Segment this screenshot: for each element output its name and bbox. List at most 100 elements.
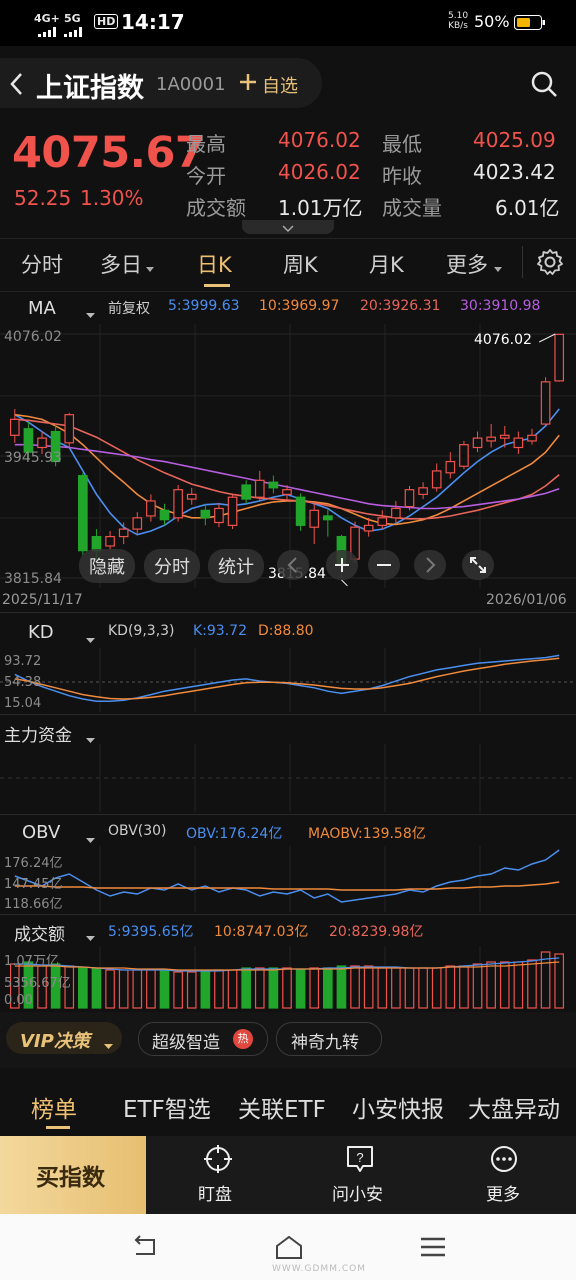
low-value: 4025.09 (473, 128, 556, 152)
turnover-bar (486, 961, 496, 1009)
zoom-out-icon[interactable] (368, 550, 400, 580)
ma-indicator-select[interactable]: MA (28, 298, 56, 319)
candle (431, 470, 442, 489)
main-funds-select[interactable]: 主力资金 (4, 721, 72, 746)
system-nav-bar: WWW.GDMM.COM (0, 1214, 576, 1280)
obv-indicator-select[interactable]: OBV (22, 822, 60, 843)
ma-line-ma10 (14, 413, 560, 526)
tab-monthly-k[interactable]: 月K (369, 249, 404, 279)
candle (377, 517, 388, 526)
candle (513, 437, 524, 449)
tab-divider (522, 246, 523, 278)
high-value: 4076.02 (278, 128, 361, 152)
watch-button[interactable]: 盯盘 (146, 1136, 290, 1214)
y-axis-bottom: 3815.84 (4, 571, 62, 587)
obv-value: OBV:176.24亿 (186, 826, 283, 842)
hot-badge: 热 (233, 1029, 253, 1049)
max-marker-line (538, 333, 556, 343)
home-nav-icon[interactable] (274, 1234, 304, 1264)
turnover-indicator-select[interactable]: 成交额 (14, 920, 65, 945)
watch-label: 盯盘 (198, 1185, 232, 1205)
price-change-pct: 1.30% (80, 186, 144, 210)
super-strategy-button[interactable]: 超级智造 热 (138, 1022, 268, 1056)
candle (200, 509, 211, 519)
ask-xiaoan-label: 问小安 (332, 1185, 383, 1205)
turnover-bar (186, 971, 197, 1009)
vip-decision-label: VIP决策 (20, 1031, 90, 1052)
more-label: 更多 (486, 1185, 520, 1205)
scroll-right-icon[interactable] (414, 550, 446, 580)
tab-related-etf[interactable]: 关联ETF (238, 1090, 326, 1124)
tab-more[interactable]: 更多 (446, 249, 488, 279)
recents-nav-icon[interactable] (418, 1234, 448, 1264)
high-label: 最高 (186, 132, 226, 156)
tab-market-movers[interactable]: 大盘异动 (468, 1090, 560, 1124)
chevron-down-icon (280, 220, 296, 239)
candle (214, 507, 224, 524)
candle (404, 489, 415, 508)
net-speed: 5.10 KB/s (448, 11, 469, 31)
signal-bars-2-icon (64, 22, 86, 41)
tab-weekly-k[interactable]: 周K (283, 249, 318, 279)
scroll-left-icon[interactable] (277, 550, 309, 580)
tab-xiaoan-news[interactable]: 小安快报 (352, 1090, 444, 1124)
turnover-bar (254, 967, 265, 1009)
buy-index-button[interactable]: 买指数 (0, 1136, 146, 1214)
page-title: 上证指数 (36, 73, 144, 104)
obv-y-top: 176.24亿 (4, 856, 63, 871)
date-end: 2026/01/06 (486, 592, 567, 608)
magic-nine-label: 神奇九转 (291, 1033, 359, 1053)
tab-etf-select[interactable]: ETF智选 (123, 1090, 211, 1124)
turnover-bar (499, 961, 510, 1009)
back-nav-icon[interactable] (130, 1234, 160, 1264)
turnover-bar (91, 967, 102, 1009)
stats-button[interactable]: 统计 (208, 549, 264, 583)
tab-daily-k[interactable]: 日K (197, 249, 232, 279)
magic-nine-button[interactable]: 神奇九转 (276, 1022, 382, 1056)
volume-value: 6.01亿 (495, 196, 560, 220)
turnover-bar (200, 971, 211, 1009)
more-button[interactable]: 更多 (433, 1136, 576, 1214)
turnover-label: 成交额 (186, 196, 246, 220)
kd-y-mid: 54.38 (4, 675, 42, 690)
zoom-in-icon[interactable] (326, 550, 358, 580)
candle (23, 428, 34, 453)
back-icon[interactable] (8, 70, 24, 102)
intraday-button[interactable]: 分时 (144, 549, 200, 583)
candle (445, 460, 456, 474)
vip-decision-button[interactable]: VIP决策 (6, 1022, 122, 1054)
candle (309, 509, 320, 528)
fullscreen-icon[interactable] (462, 550, 494, 580)
tab-rankings[interactable]: 榜单 (31, 1090, 77, 1124)
turnover-ma5: 5:9395.65亿 (108, 924, 194, 940)
turnover-bar (309, 967, 320, 1009)
expand-quote-button[interactable] (242, 220, 334, 234)
tab-intraday[interactable]: 分时 (21, 249, 63, 279)
turnover-bar (241, 967, 251, 1009)
ask-xiaoan-button[interactable]: ? 问小安 (290, 1136, 433, 1214)
settings-gear-icon[interactable] (536, 248, 564, 280)
turnover-bar (404, 967, 415, 1009)
volume-label: 成交量 (382, 196, 442, 220)
obv-line (14, 849, 560, 903)
turnover-bar (282, 967, 292, 1009)
candle (146, 500, 156, 517)
tab-multiday[interactable]: 多日 (100, 249, 142, 279)
turnover-ma10: 10:8747.03亿 (214, 924, 309, 940)
kd-indicator-select[interactable]: KD (28, 622, 54, 643)
kd-caret-icon (86, 629, 95, 648)
candle (78, 475, 88, 552)
main-funds-chart (0, 744, 576, 812)
turnover-value: 1.01万亿 (278, 196, 363, 220)
hide-button[interactable]: 隐藏 (79, 549, 135, 583)
turnover-bar (377, 967, 388, 1009)
signal-bars-icon (38, 22, 60, 41)
search-icon[interactable] (530, 70, 558, 102)
turnover-bar (146, 969, 156, 1009)
turnover-bar (418, 967, 428, 1009)
clock: 14:17 (121, 10, 185, 34)
adjust-mode[interactable]: 前复权 (108, 298, 150, 318)
ma30-value: 30:3910.98 (460, 298, 541, 314)
candlestick-chart[interactable] (0, 324, 576, 588)
y-axis-mid: 3945.93 (4, 450, 62, 466)
